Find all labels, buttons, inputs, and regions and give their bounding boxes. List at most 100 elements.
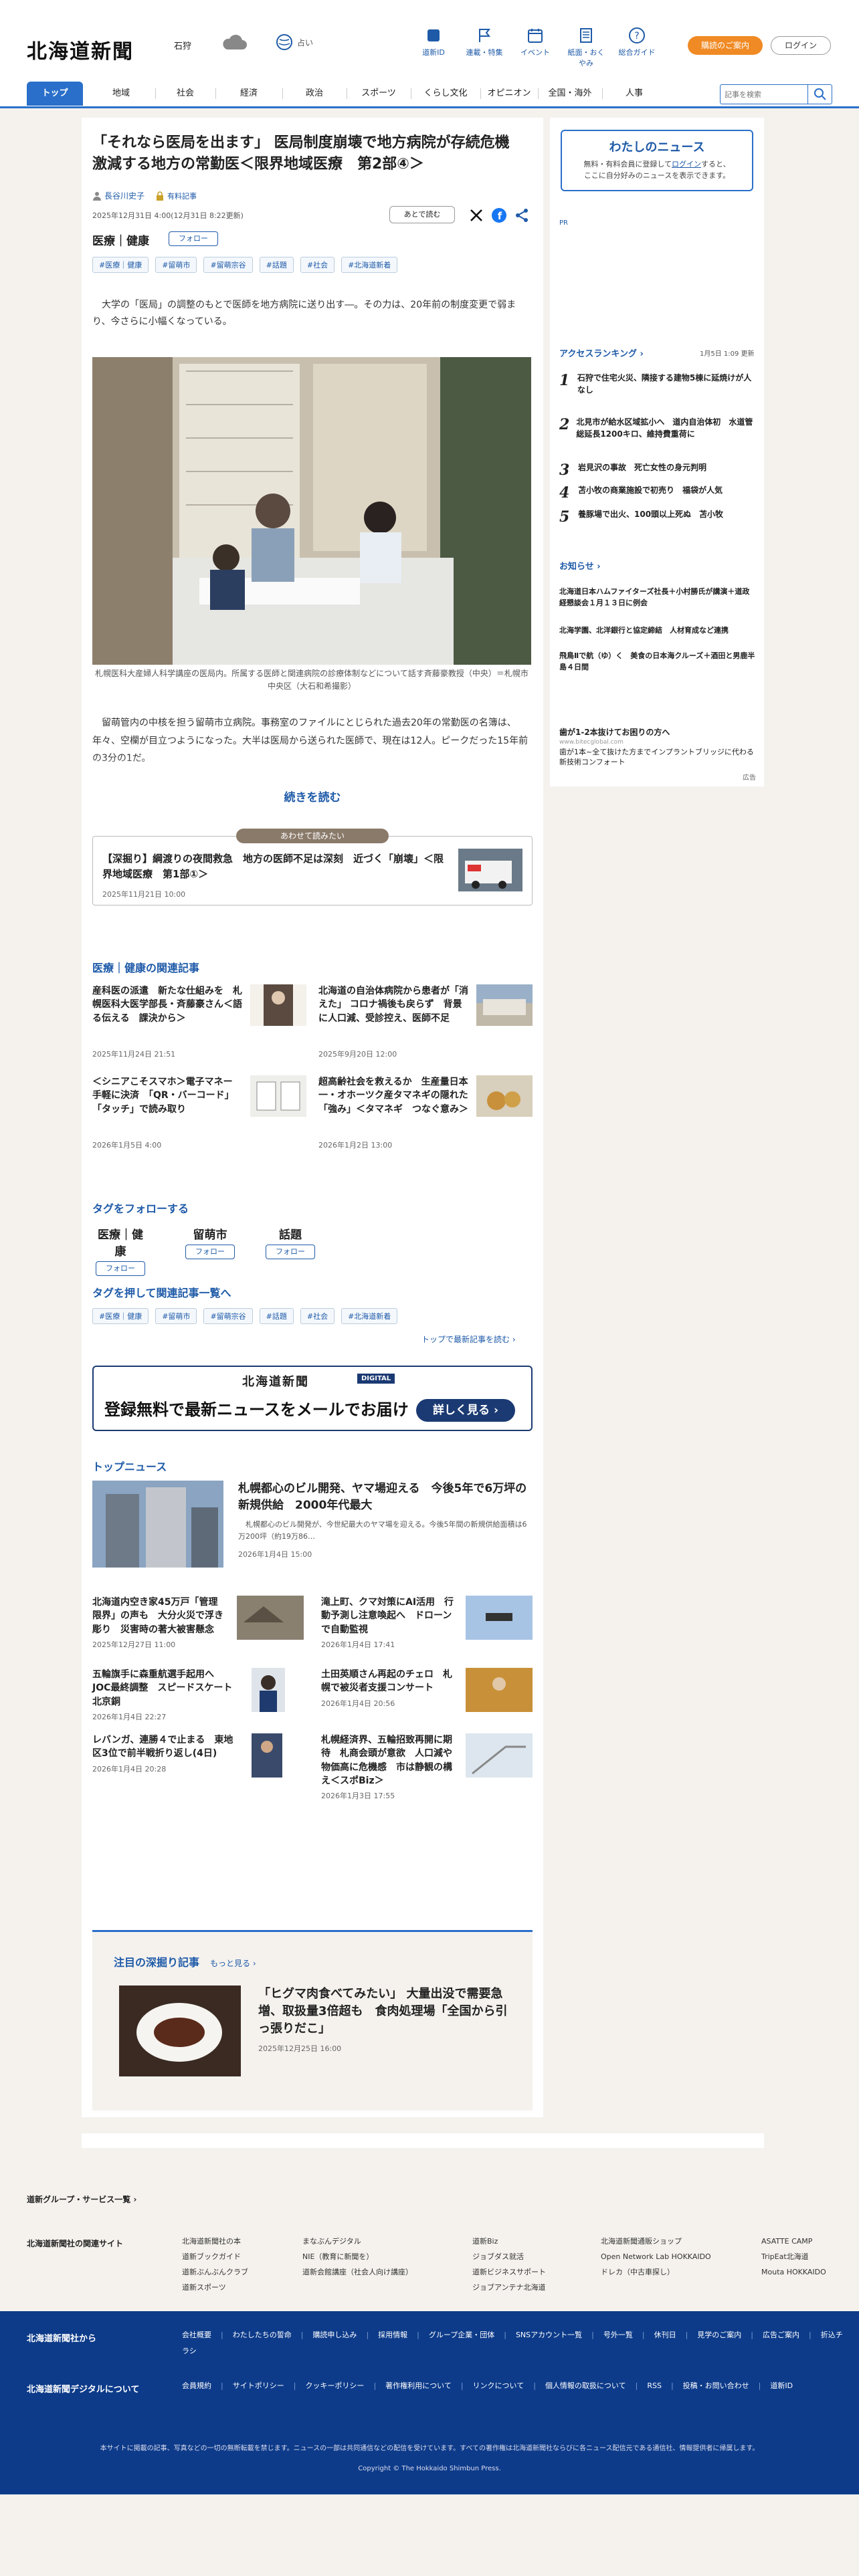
top-news-item[interactable]: レバンガ、連勝４で止まる 東地区3位で前半戦折り返し(4日) 2026年1月4日 … xyxy=(92,1733,240,1774)
nav-event[interactable]: イベント xyxy=(516,27,554,68)
site-link[interactable]: ジョブダス就活 xyxy=(472,2249,546,2264)
tag-link[interactable]: #医療｜健康 xyxy=(92,1308,149,1324)
login-link[interactable]: ログイン xyxy=(672,160,701,169)
sidebar-ad[interactable]: 歯が1-2本抜けてお困りの方へ www.bitecglobal.com 歯が1本… xyxy=(559,726,756,782)
site-link[interactable]: ドレカ（中古車探し） xyxy=(601,2264,711,2280)
x-share-icon[interactable] xyxy=(468,207,484,223)
top-news-item[interactable]: 北海道内空き家45万戸「管理限界」の声も 大分火災で浮き彫り 災害時の著大被害懸… xyxy=(92,1596,226,1650)
footer-link[interactable]: クッキーポリシー xyxy=(305,2381,376,2390)
tab-top[interactable]: トップ xyxy=(27,82,83,106)
site-link[interactable]: 道新ビジネスサポート xyxy=(472,2264,546,2280)
site-logo[interactable]: 北海道新聞 xyxy=(27,35,134,64)
nav-guide[interactable]: ? 総合ガイド xyxy=(618,27,656,68)
tag-link[interactable]: #留萌宗谷 xyxy=(203,257,253,273)
notice-item[interactable]: 北海道日本ハムファイターズ社長＋小村勝氏が講演＋道政経懇談会１月１３日に例会 xyxy=(559,586,756,609)
read-later-button[interactable]: あとで読む xyxy=(389,206,455,223)
site-link[interactable]: TripEat北海道 xyxy=(761,2249,826,2264)
tab-personnel[interactable]: 人事 xyxy=(602,82,666,106)
follow-tag-button[interactable]: フォロー xyxy=(266,1245,315,1259)
fortune-link[interactable]: 占い xyxy=(276,33,313,51)
nav-doshin-id[interactable]: 道新ID xyxy=(415,27,452,68)
site-link[interactable]: まなぶんデジタル xyxy=(302,2234,413,2249)
footer-link[interactable]: わたしたちの誓命 xyxy=(233,2331,304,2339)
tab-society[interactable]: 社会 xyxy=(155,82,215,106)
notice-item[interactable]: 飛鳥Ⅱで航（ゆ）く 美食の日本海クルーズ＋酒田と男鹿半島４日間 xyxy=(559,650,756,673)
related-item[interactable]: 北海道の自治体病院から患者が「消えた」 コロナ禍後も戻らず 背景に人口減、受診控… xyxy=(318,984,533,1059)
site-link[interactable]: ASATTE CAMP xyxy=(761,2234,826,2249)
footer-link[interactable]: 号外一覧 xyxy=(603,2331,645,2339)
top-latest-link[interactable]: トップで最新記事を読む › xyxy=(421,1333,516,1345)
login-button[interactable]: ログイン xyxy=(771,36,831,55)
tab-opinion[interactable]: オピニオン xyxy=(480,82,538,106)
footer-link[interactable]: 見学のご案内 xyxy=(697,2331,753,2339)
tab-world[interactable]: 全国・海外 xyxy=(538,82,602,106)
share-icon[interactable] xyxy=(514,207,530,223)
site-link[interactable]: NIE（教育に新聞を） xyxy=(302,2249,413,2264)
site-link[interactable]: ジョブアンテナ北海道 xyxy=(472,2280,546,2295)
ranking-item[interactable]: 1 石狩で住宅火災、隣接する建物5棟に延焼けが人なし xyxy=(559,372,756,396)
newsletter-banner[interactable]: 北海道新聞 DIGITAL 登録無料で最新ニュースをメールでお届け 詳しく見る … xyxy=(92,1366,533,1431)
top-news-item[interactable]: 滝上町、クマ対策にAI活用 行動予測し注意喚起へ ドローンで自動監視 2026年1… xyxy=(321,1596,455,1650)
promo-more-button[interactable]: 詳しく見る › xyxy=(416,1399,515,1422)
footer-link[interactable]: 休刊日 xyxy=(654,2331,688,2339)
related-item[interactable]: 超高齢社会を救えるか 生産量日本一・オホーツク産タマネギの隠れた「強み」＜タマネ… xyxy=(318,1075,533,1150)
top-news-main[interactable]: 札幌都心のビル開発、ヤマ場迎える 今後5年で6万坪の新規供給 2000年代最大 … xyxy=(238,1481,533,1560)
ranking-item[interactable]: 5 養豚場で出火、100頭以上死ぬ 苫小牧 xyxy=(559,508,756,526)
ranking-item[interactable]: 4 苫小牧の商業施設で初売り 福袋が人気 xyxy=(559,484,756,502)
continue-reading-link[interactable]: 続きを読む xyxy=(82,788,543,804)
attention-more-link[interactable]: もっと見る › xyxy=(210,1957,256,1969)
tag-link[interactable]: #留萌市 xyxy=(155,257,197,273)
ranking-item[interactable]: 3 岩見沢の事故 死亡女性の身元判明 xyxy=(559,461,756,479)
notice-item[interactable]: 北海学園、北洋銀行と協定締結 人材育成など連携 xyxy=(559,625,756,636)
tag-link[interactable]: #社会 xyxy=(300,1308,335,1324)
bear-meat-dish-photo[interactable] xyxy=(119,1985,241,2076)
footer-link[interactable]: 採用情報 xyxy=(378,2331,419,2339)
footer-link[interactable]: 投稿・お問い合わせ xyxy=(683,2381,761,2390)
tab-economy[interactable]: 経済 xyxy=(215,82,282,106)
follow-tag-button[interactable]: フォロー xyxy=(96,1261,145,1276)
nav-series[interactable]: 連載・特集 xyxy=(466,27,503,68)
footer-link[interactable]: グループ企業・団体 xyxy=(429,2331,506,2339)
search-input[interactable] xyxy=(725,89,805,101)
related-item[interactable]: 産科医の派遣 新たな仕組みを 札幌医科大医学部長・斉藤豪さん＜語る伝える 課決か… xyxy=(92,984,306,1059)
tag-link[interactable]: #北海道新着 xyxy=(341,257,398,273)
group-services-link[interactable]: 道新グループ・サービス一覧 › xyxy=(27,2193,136,2205)
site-link[interactable]: 道新スポーツ xyxy=(182,2280,248,2295)
footer-link[interactable]: 会社概要 xyxy=(182,2331,223,2339)
ranking-heading[interactable]: アクセスランキング › xyxy=(559,346,644,359)
footer-link[interactable]: 道新ID xyxy=(770,2381,793,2390)
tab-politics[interactable]: 政治 xyxy=(282,82,347,106)
author-link[interactable]: 長谷川史子 xyxy=(104,190,145,201)
top-news-item[interactable]: 五輪旗手に森重航選手起用へ JOC最終調整 スピードスケート北京銅 2026年1月… xyxy=(92,1668,240,1722)
nav-paper[interactable]: 紙面・おくやみ xyxy=(567,27,605,68)
tab-culture[interactable]: くらし文化 xyxy=(411,82,480,106)
site-link[interactable]: Open Network Lab HOKKAIDO xyxy=(601,2249,711,2264)
tag-link[interactable]: #話題 xyxy=(259,257,294,273)
footer-link[interactable]: 著作権利用について xyxy=(385,2381,463,2390)
notice-heading[interactable]: お知らせ › xyxy=(559,559,601,572)
related-article-card[interactable]: あわせて読みたい 【深掘り】綱渡りの夜間救急 地方の医師不足は深刻 近づく「崩壊… xyxy=(92,829,533,905)
tag-link[interactable]: #話題 xyxy=(259,1308,294,1324)
footer-link[interactable]: サイトポリシー xyxy=(233,2381,296,2390)
tag-link[interactable]: #社会 xyxy=(300,257,335,273)
tab-region[interactable]: 地域 xyxy=(91,82,151,106)
tag-link[interactable]: #北海道新着 xyxy=(341,1308,398,1324)
attention-article[interactable]: 「ヒグマ肉食べてみたい」 大量出没で需要急増、取扱量3倍超も 食肉処理場「全国か… xyxy=(258,1985,519,2054)
ranking-item[interactable]: 2 北見市が給水区域拡小へ 道内自治体初 水道管総延長1200キロ、維持費重荷に xyxy=(559,416,756,440)
follow-category-button[interactable]: フォロー xyxy=(169,231,218,246)
facebook-share-icon[interactable]: f xyxy=(491,207,507,223)
site-link[interactable]: Mouta HOKKAIDO xyxy=(761,2264,826,2280)
footer-link[interactable]: SNSアカウント一覧 xyxy=(516,2331,594,2339)
site-link[interactable]: 北海道新聞通販ショップ xyxy=(601,2234,711,2249)
follow-tag-button[interactable]: フォロー xyxy=(185,1245,235,1259)
site-link[interactable]: 道新会館講座（社会人向け講座） xyxy=(302,2264,413,2280)
subscribe-button[interactable]: 購読のご案内 xyxy=(688,36,763,55)
search-button[interactable] xyxy=(807,85,832,104)
tab-sports[interactable]: スポーツ xyxy=(347,82,411,106)
tag-link[interactable]: #留萌市 xyxy=(155,1308,197,1324)
related-item[interactable]: ＜シニアこそスマホ＞電子マネー 手軽に決済 「QR・バーコード」「タッチ」で読み… xyxy=(92,1075,306,1150)
top-news-item[interactable]: 土田英順さん再起のチェロ 札幌で被災者支援コンサート 2026年1月4日 20:5… xyxy=(321,1668,455,1709)
top-news-item[interactable]: 札幌経済界、五輪招致再開に期待 札商会頭が意欲 人口減や物価高に危機感 市は静観… xyxy=(321,1733,455,1801)
site-link[interactable]: 道新ブックガイド xyxy=(182,2249,248,2264)
footer-link[interactable]: 広告ご案内 xyxy=(763,2331,812,2339)
